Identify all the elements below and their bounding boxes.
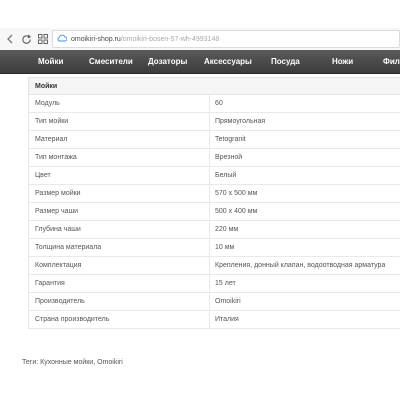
tags-label: Теги: — [22, 359, 39, 366]
spec-value: 15 лет — [215, 280, 236, 287]
table-row: Толщина материала 10 мм — [29, 239, 400, 257]
nav-item-dishes[interactable]: Посуда — [271, 50, 300, 74]
spec-value: 60 — [215, 100, 223, 107]
spec-value: Прямоугольная — [215, 118, 266, 125]
table-row: Гарантия 15 лет — [29, 275, 400, 293]
spec-key: Тип мойки — [29, 113, 210, 130]
table-row: Страна производитель Италия — [29, 311, 400, 329]
nav-item-dispensers[interactable]: Дозаторы — [148, 50, 187, 74]
table-row: Тип мойки Прямоугольная — [29, 113, 400, 131]
spec-key: Материал — [29, 131, 210, 148]
spec-value: 10 мм — [215, 244, 235, 251]
chevron-left-icon[interactable] — [3, 32, 17, 46]
spec-key: Цвет — [29, 167, 210, 184]
spec-value: Крепления, донный клапан, водоотводная а… — [215, 262, 386, 269]
table-row: Цвет Белый — [29, 167, 400, 185]
table-row: Размер мойки 570 x 500 мм — [29, 185, 400, 203]
spec-key: Толщина материала — [29, 239, 210, 256]
nav-item-accessories[interactable]: Аксессуары — [204, 50, 252, 74]
tag-link-omoikiri[interactable]: Omoikiri — [97, 359, 123, 366]
table-row: Комплектация Крепления, донный клапан, во… — [29, 257, 400, 275]
spec-value: Omoikiri — [215, 298, 241, 305]
nav-item-sinks[interactable]: Мойки — [38, 50, 63, 74]
address-bar[interactable]: omoikiri-shop.ru/omoikiri-bosen-57-wh-49… — [52, 30, 400, 48]
nav-item-mixers[interactable]: Смесители — [89, 50, 133, 74]
cloud-icon — [57, 34, 68, 44]
spec-key: Комплектация — [29, 257, 210, 274]
spec-value: 220 мм — [215, 226, 239, 233]
table-row: Материал Tetogranit — [29, 131, 400, 149]
spec-key: Тип монтажа — [29, 149, 210, 166]
spec-value: Tetogranit — [215, 136, 246, 143]
tags-line: Теги: Кухонные мойки, Omoikiri — [22, 359, 123, 366]
tags-separator: , — [93, 359, 96, 366]
browser-toolbar: omoikiri-shop.ru/omoikiri-bosen-57-wh-49… — [0, 28, 400, 50]
table-row: Размер чаши 500 x 400 мм — [29, 203, 400, 221]
spec-value: 500 x 400 мм — [215, 208, 258, 215]
spec-value: 570 x 500 мм — [215, 190, 258, 197]
spec-value: Италия — [215, 316, 239, 323]
table-section-title: Мойки — [29, 77, 400, 95]
spec-key: Гарантия — [29, 275, 210, 292]
spec-key: Производитель — [29, 293, 210, 310]
spec-key: Размер мойки — [29, 185, 210, 202]
spec-value: Врезной — [215, 154, 243, 161]
reload-icon[interactable] — [19, 32, 33, 46]
spec-key: Глубина чаши — [29, 221, 210, 238]
grid-icon[interactable] — [36, 32, 50, 46]
url-path: /omoikiri-bosen-57-wh-4993148 — [120, 35, 220, 43]
table-row: Модуль 60 — [29, 95, 400, 113]
spec-value: Белый — [215, 172, 237, 179]
table-row: Глубина чаши 220 мм — [29, 221, 400, 239]
table-row: Производитель Omoikiri — [29, 293, 400, 311]
url-host: omoikiri-shop.ru — [71, 35, 121, 43]
spec-key: Размер чаши — [29, 203, 210, 220]
nav-item-filters[interactable]: Фил — [383, 50, 400, 74]
spec-key: Страна производитель — [29, 311, 210, 328]
table-row: Тип монтажа Врезной — [29, 149, 400, 167]
tag-link-kitchen-sinks[interactable]: Кухонные мойки — [40, 359, 93, 366]
nav-item-knives[interactable]: Ножи — [332, 50, 353, 74]
site-navigation: Мойки Смесители Дозаторы Аксессуары Посу… — [0, 50, 400, 74]
specifications-table: Мойки Модуль 60 Тип мойки Прямоугольная Мате… — [28, 77, 400, 329]
spec-key: Модуль — [29, 95, 210, 112]
